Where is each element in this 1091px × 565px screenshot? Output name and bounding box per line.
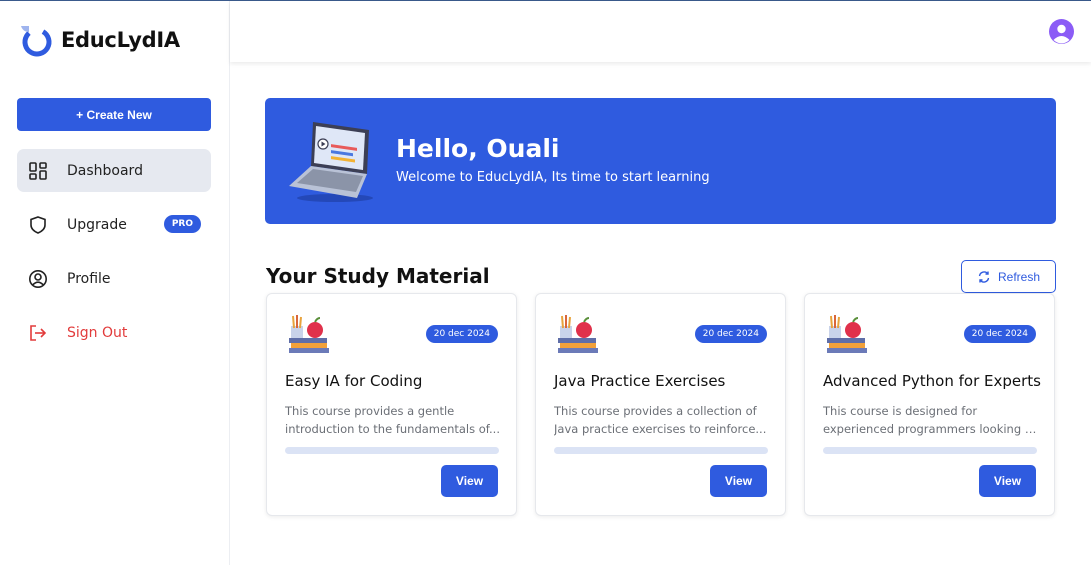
banner-subtitle: Welcome to EducLydIA, Its time to start …	[396, 170, 710, 185]
section-title: Your Study Material	[266, 264, 490, 288]
top-header	[230, 1, 1091, 62]
shield-icon	[27, 214, 49, 236]
course-description-line: experienced programmers looking t...	[823, 422, 1038, 436]
course-card[interactable]: 20 dec 2024 Advanced Python for Experts …	[804, 293, 1055, 516]
view-button[interactable]: View	[441, 465, 498, 497]
sidebar-item-sign-out[interactable]: Sign Out	[17, 311, 211, 354]
sidebar-item-label: Profile	[67, 270, 111, 287]
course-progress-bar	[554, 447, 768, 454]
course-description-line: This course provides a collection of	[554, 404, 757, 418]
books-apple-icon	[827, 315, 867, 353]
date-badge: 20 dec 2024	[425, 325, 498, 343]
refresh-button[interactable]: Refresh	[961, 260, 1056, 293]
date-badge: 20 dec 2024	[694, 325, 767, 343]
course-description-line: Java practice exercises to reinforce...	[554, 422, 767, 436]
refresh-label: Refresh	[997, 269, 1041, 284]
logo-ring-icon	[21, 26, 52, 57]
user-circle-icon	[27, 268, 49, 290]
view-button[interactable]: View	[710, 465, 767, 497]
course-description: This course provides a collection of Jav…	[554, 402, 769, 438]
sidebar-item-label: Dashboard	[67, 162, 143, 179]
course-description-line: This course provides a gentle	[285, 404, 455, 418]
course-card[interactable]: 20 dec 2024 Java Practice Exercises This…	[535, 293, 786, 516]
course-title: Java Practice Exercises	[554, 372, 726, 390]
sidebar-item-label: Upgrade	[67, 216, 127, 233]
sidebar-item-label: Sign Out	[67, 324, 128, 341]
welcome-banner: Hello, Ouali Welcome to EducLydIA, Its t…	[265, 98, 1056, 224]
user-avatar-icon[interactable]	[1049, 19, 1074, 44]
course-title: Advanced Python for Experts	[823, 372, 1041, 390]
refresh-icon	[978, 270, 990, 283]
date-badge: 20 dec 2024	[963, 325, 1036, 343]
brand-name: EducLydIA	[61, 28, 180, 52]
pro-badge: PRO	[163, 215, 201, 233]
course-card[interactable]: 20 dec 2024 Easy IA for Coding This cour…	[266, 293, 517, 516]
sidebar-item-profile[interactable]: Profile	[17, 257, 211, 300]
course-description: This course provides a gentle introducti…	[285, 402, 500, 438]
laptop-icon	[289, 122, 373, 202]
view-button[interactable]: View	[979, 465, 1036, 497]
banner-title: Hello, Ouali	[396, 134, 560, 163]
sidebar: EducLydIA + Create New Dashboard Upgrade…	[0, 1, 230, 565]
course-description: This course is designed for experienced …	[823, 402, 1038, 438]
course-progress-bar	[823, 447, 1037, 454]
books-apple-icon	[558, 315, 598, 353]
course-title: Easy IA for Coding	[285, 372, 423, 390]
course-description-line: This course is designed for	[823, 404, 978, 418]
sidebar-item-dashboard[interactable]: Dashboard	[17, 149, 211, 192]
course-progress-bar	[285, 447, 499, 454]
sidebar-item-upgrade[interactable]: Upgrade PRO	[17, 203, 211, 246]
sign-out-icon	[27, 322, 49, 344]
books-apple-icon	[289, 315, 329, 353]
brand[interactable]: EducLydIA	[17, 22, 180, 58]
create-new-button[interactable]: + Create New	[17, 98, 211, 131]
course-description-line: introduction to the fundamentals of...	[285, 422, 500, 436]
dashboard-icon	[27, 160, 49, 182]
